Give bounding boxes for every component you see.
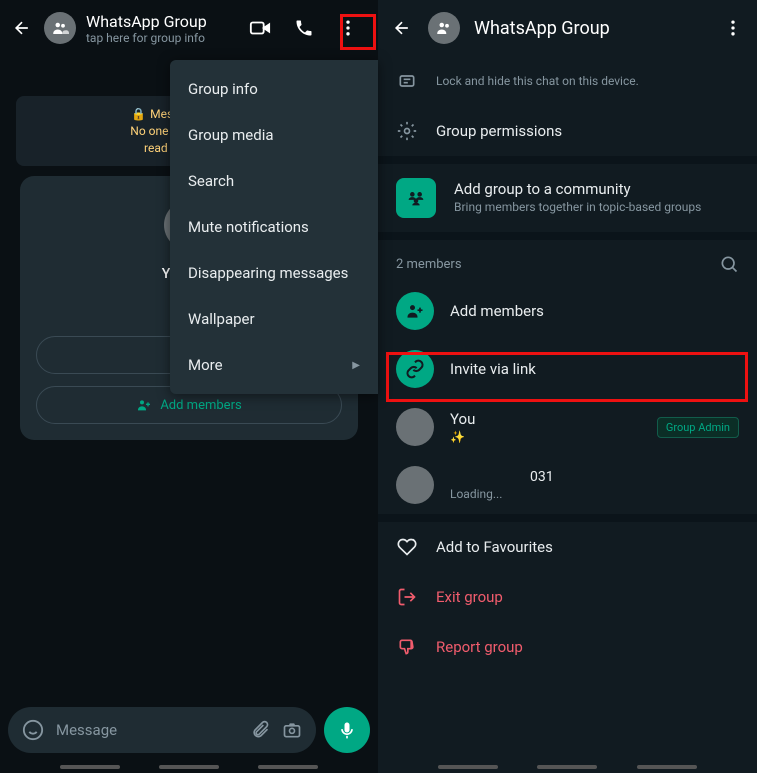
camera-icon[interactable] (282, 720, 302, 740)
permissions-text: Group permissions (436, 122, 739, 140)
back-arrow-icon[interactable] (10, 16, 34, 40)
community-sub: Bring members together in topic-based gr… (454, 200, 739, 216)
more-menu-icon[interactable] (336, 16, 360, 40)
member-contact-row[interactable]: 031 Loading... (378, 456, 757, 514)
add-person-icon (396, 292, 434, 330)
community-title: Add group to a community (454, 180, 739, 198)
menu-mute[interactable]: Mute notifications (170, 204, 378, 250)
video-call-icon[interactable] (248, 16, 272, 40)
group-subtitle: tap here for group info (86, 31, 238, 45)
members-header: 2 members (378, 240, 757, 282)
voice-call-icon[interactable] (292, 16, 316, 40)
admin-badge: Group Admin (657, 417, 739, 438)
message-placeholder: Message (56, 721, 238, 739)
nav-back[interactable] (637, 765, 697, 769)
search-members-icon[interactable] (719, 254, 739, 274)
favourites-text: Add to Favourites (436, 538, 553, 556)
members-count: 2 members (396, 257, 462, 272)
emoji-icon[interactable] (22, 719, 44, 741)
info-group-avatar[interactable] (428, 12, 460, 44)
thumbs-down-icon (396, 636, 418, 658)
gear-icon (396, 120, 418, 142)
member-you-name: You (450, 410, 641, 428)
link-icon (396, 350, 434, 388)
invite-link-row[interactable]: Invite via link (378, 340, 757, 398)
report-group-row[interactable]: Report group (378, 622, 757, 672)
favourites-row[interactable]: Add to Favourites (378, 522, 757, 572)
info-header: WhatsApp Group (378, 0, 757, 56)
android-nav-bar (378, 765, 757, 769)
exit-group-row[interactable]: Exit group (378, 572, 757, 622)
back-arrow-icon[interactable] (390, 16, 414, 40)
heart-icon (396, 536, 418, 558)
invite-link-text: Invite via link (450, 360, 739, 378)
avatar (396, 466, 434, 504)
message-input-bar: Message (8, 707, 370, 753)
member-number: 031 (450, 469, 739, 485)
member-loading: Loading... (450, 487, 739, 501)
attach-icon[interactable] (250, 720, 270, 740)
exit-icon (396, 586, 418, 608)
nav-recent[interactable] (438, 765, 498, 769)
group-info-panel: WhatsApp Group Lock and hide this chat o… (378, 0, 757, 773)
info-more-icon[interactable] (721, 16, 745, 40)
community-row[interactable]: Add group to a community Bring members t… (378, 164, 757, 232)
add-members-text: Add members (450, 302, 739, 320)
menu-more[interactable]: More▶ (170, 342, 378, 388)
mic-button[interactable] (324, 707, 370, 753)
chat-header: WhatsApp Group tap here for group info (0, 0, 378, 56)
chat-lock-icon (396, 70, 418, 92)
exit-text: Exit group (436, 588, 503, 606)
member-you-status: ✨ (450, 430, 641, 444)
nav-home[interactable] (159, 765, 219, 769)
member-you-row[interactable]: You ✨ Group Admin (378, 398, 757, 456)
community-icon (396, 178, 436, 218)
chat-lock-text: Lock and hide this chat on this device. (436, 74, 739, 90)
header-actions (248, 16, 368, 40)
chat-panel: WhatsApp Group tap here for group info 🔒… (0, 0, 378, 773)
nav-back[interactable] (258, 765, 318, 769)
avatar (396, 408, 434, 446)
menu-disappearing[interactable]: Disappearing messages (170, 250, 378, 296)
menu-group-media[interactable]: Group media (170, 112, 378, 158)
chevron-right-icon: ▶ (352, 360, 360, 371)
android-nav-bar (0, 765, 378, 769)
report-text: Report group (436, 638, 523, 656)
lock-icon: 🔒 (131, 106, 146, 123)
divider (378, 514, 757, 522)
header-title-area[interactable]: WhatsApp Group tap here for group info (86, 12, 238, 45)
chat-lock-row[interactable]: Lock and hide this chat on this device. (378, 56, 757, 106)
menu-wallpaper[interactable]: Wallpaper (170, 296, 378, 342)
divider (378, 232, 757, 240)
menu-search[interactable]: Search (170, 158, 378, 204)
group-permissions-row[interactable]: Group permissions (378, 106, 757, 156)
dropdown-menu: Group info Group media Search Mute notif… (170, 60, 378, 394)
group-avatar[interactable] (44, 12, 76, 44)
message-input[interactable]: Message (8, 707, 316, 753)
add-members-row[interactable]: Add members (378, 282, 757, 340)
divider (378, 156, 757, 164)
info-title: WhatsApp Group (474, 18, 707, 39)
menu-group-info[interactable]: Group info (170, 66, 378, 112)
add-members-text: Add members (160, 398, 241, 413)
nav-recent[interactable] (60, 765, 120, 769)
nav-home[interactable] (537, 765, 597, 769)
group-title: WhatsApp Group (86, 12, 238, 31)
